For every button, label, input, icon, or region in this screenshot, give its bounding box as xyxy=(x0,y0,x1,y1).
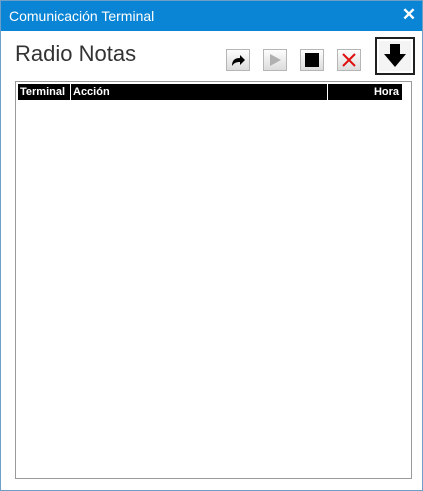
comunicacion-window: Comunicación Terminal ✕ Radio Notas Term… xyxy=(0,0,423,491)
table-header: Terminal Acción Hora xyxy=(18,84,402,100)
title-bar[interactable]: Comunicación Terminal ✕ xyxy=(1,1,422,31)
red-x-icon xyxy=(342,53,356,67)
forward-button[interactable] xyxy=(226,49,250,71)
page-title: Radio Notas xyxy=(15,41,137,66)
down-arrow-icon xyxy=(384,44,406,67)
column-header-hora[interactable]: Hora xyxy=(328,84,402,100)
forward-arrow-icon xyxy=(232,55,245,66)
column-header-accion[interactable]: Acción xyxy=(71,84,328,100)
column-header-terminal[interactable]: Terminal xyxy=(18,84,71,100)
play-button[interactable] xyxy=(263,49,287,71)
delete-button[interactable] xyxy=(337,49,361,71)
stop-icon xyxy=(305,53,319,67)
window-title: Comunicación Terminal xyxy=(9,8,155,24)
download-button[interactable] xyxy=(375,37,415,75)
stop-button[interactable] xyxy=(300,49,324,71)
close-icon[interactable]: ✕ xyxy=(398,4,420,26)
activity-list-panel[interactable]: Terminal Acción Hora xyxy=(15,81,412,479)
play-icon xyxy=(270,54,281,66)
